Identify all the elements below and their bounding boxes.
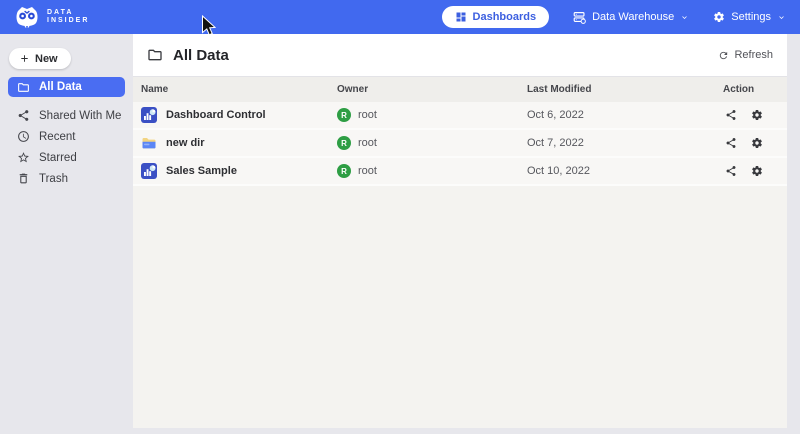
page-title: All Data xyxy=(173,47,229,64)
sidebar-item-shared-with-me[interactable]: Shared With Me xyxy=(0,105,133,126)
owner-cell: R root xyxy=(337,136,527,150)
action-cell xyxy=(717,165,787,177)
trash-icon xyxy=(17,172,30,185)
action-cell xyxy=(717,109,787,121)
clock-icon xyxy=(17,130,30,143)
action-cell xyxy=(717,137,787,149)
share-icon[interactable] xyxy=(725,137,737,149)
table-row[interactable]: Dashboard Control R root Oct 6, 2022 xyxy=(133,102,787,130)
nav-actions: Dashboards Data Warehouse xyxy=(442,6,786,28)
app-window: DATA INSIDER Dashboards xyxy=(0,0,800,434)
brand-text: DATA INSIDER xyxy=(47,9,89,26)
settings-menu[interactable]: Settings xyxy=(713,11,786,23)
dashboard-grid-icon xyxy=(455,11,467,23)
file-name: new dir xyxy=(166,137,205,149)
sidebar-item-label: All Data xyxy=(39,81,82,93)
sidebar-item-label: Starred xyxy=(39,152,77,164)
column-header-last-modified: Last Modified xyxy=(527,84,717,95)
column-header-name: Name xyxy=(141,84,337,95)
refresh-icon xyxy=(718,50,729,61)
star-icon xyxy=(17,151,30,164)
sidebar-item-trash[interactable]: Trash xyxy=(0,168,133,189)
new-button[interactable]: New xyxy=(9,48,71,69)
table-row[interactable]: new dir R root Oct 7, 2022 xyxy=(133,130,787,158)
sidebar-item-recent[interactable]: Recent xyxy=(0,126,133,147)
last-modified-cell: Oct 10, 2022 xyxy=(527,165,717,177)
dashboard-file-icon xyxy=(141,163,157,179)
owner-avatar: R xyxy=(337,164,351,178)
table-header-row: Name Owner Last Modified Action xyxy=(133,77,787,102)
refresh-button[interactable]: Refresh xyxy=(718,49,773,61)
name-cell: Dashboard Control xyxy=(141,107,337,123)
last-modified-cell: Oct 6, 2022 xyxy=(527,109,717,121)
name-cell: Sales Sample xyxy=(141,163,337,179)
main-content: All Data Refresh Name Owner Last Modifie… xyxy=(133,34,787,428)
owner-name: root xyxy=(358,137,377,149)
column-header-action: Action xyxy=(717,84,787,95)
sidebar: New All Data Shared With Me Recent xyxy=(0,34,133,434)
chevron-down-icon xyxy=(777,13,786,22)
sidebar-item-label: Shared With Me xyxy=(39,110,121,122)
owner-avatar: R xyxy=(337,108,351,122)
folder-file-icon xyxy=(141,135,157,151)
gear-icon[interactable] xyxy=(751,137,763,149)
refresh-label: Refresh xyxy=(734,49,773,61)
owner-avatar: R xyxy=(337,136,351,150)
dashboards-label: Dashboards xyxy=(473,11,537,23)
owner-cell: R root xyxy=(337,108,527,122)
database-icon xyxy=(573,11,586,24)
owl-logo-icon xyxy=(14,6,40,29)
gear-icon xyxy=(713,11,725,23)
sidebar-item-starred[interactable]: Starred xyxy=(0,147,133,168)
folder-icon xyxy=(147,47,163,63)
table-row[interactable]: Sales Sample R root Oct 10, 2022 xyxy=(133,158,787,186)
file-name: Sales Sample xyxy=(166,165,237,177)
new-button-label: New xyxy=(35,53,58,65)
chevron-down-icon xyxy=(680,13,689,22)
sidebar-item-label: Trash xyxy=(39,173,68,185)
folder-icon xyxy=(17,81,30,94)
dashboard-file-icon xyxy=(141,107,157,123)
plus-icon xyxy=(19,53,30,64)
sidebar-item-label: Recent xyxy=(39,131,75,143)
share-icon[interactable] xyxy=(725,109,737,121)
owner-cell: R root xyxy=(337,164,527,178)
share-icon xyxy=(17,109,30,122)
gear-icon[interactable] xyxy=(751,165,763,177)
settings-label: Settings xyxy=(731,11,771,23)
gear-icon[interactable] xyxy=(751,109,763,121)
last-modified-cell: Oct 7, 2022 xyxy=(527,137,717,149)
content-header: All Data Refresh xyxy=(133,34,787,77)
top-nav: DATA INSIDER Dashboards xyxy=(0,0,800,34)
file-name: Dashboard Control xyxy=(166,109,266,121)
sidebar-item-all-data[interactable]: All Data xyxy=(8,77,125,97)
name-cell: new dir xyxy=(141,135,337,151)
owner-name: root xyxy=(358,109,377,121)
sidebar-menu: All Data Shared With Me Recent Starred xyxy=(0,77,133,189)
owner-name: root xyxy=(358,165,377,177)
share-icon[interactable] xyxy=(725,165,737,177)
column-header-owner: Owner xyxy=(337,84,527,95)
data-warehouse-menu[interactable]: Data Warehouse xyxy=(573,11,689,24)
brand-logo[interactable]: DATA INSIDER xyxy=(14,6,89,29)
dashboards-button[interactable]: Dashboards xyxy=(442,6,550,28)
data-warehouse-label: Data Warehouse xyxy=(592,11,674,23)
